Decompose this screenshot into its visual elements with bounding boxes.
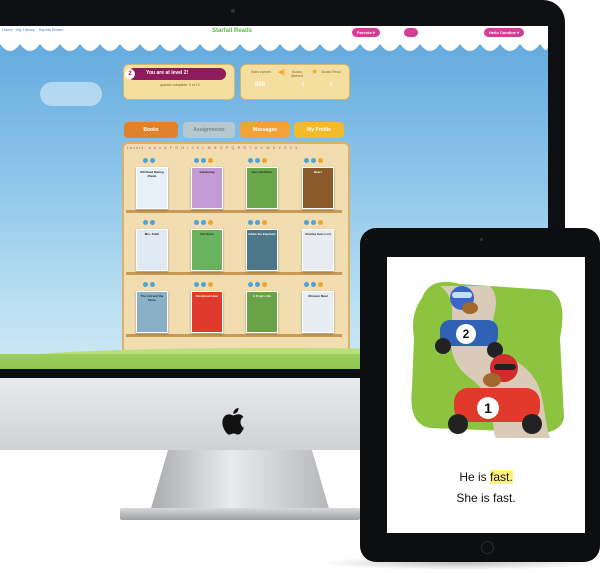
book-title: Pet Grow bbox=[200, 232, 214, 236]
book-cover[interactable]: Charley Gets Lost bbox=[302, 229, 334, 271]
book-cover[interactable]: Gardening bbox=[191, 167, 223, 209]
level-filter-alphabet[interactable]: Levels: a b c d F G H I J K L M N O P Q … bbox=[127, 146, 298, 150]
book-actions[interactable] bbox=[248, 158, 267, 163]
camera-dot bbox=[231, 9, 235, 13]
book-title: Storybook Hour bbox=[195, 294, 219, 298]
book-title: Monster Meal bbox=[308, 294, 328, 298]
book-actions[interactable] bbox=[194, 220, 213, 225]
tab-messages[interactable]: Messages bbox=[240, 122, 290, 138]
car-1-number: 1 bbox=[484, 400, 492, 416]
book-title: Mrs. Kitch bbox=[144, 232, 160, 236]
cloud-border-icon bbox=[0, 36, 548, 51]
stars-label: Stars earned bbox=[250, 70, 272, 74]
book-cover[interactable]: A Frog's Life bbox=[246, 291, 278, 333]
book-title: Charley Gets Lost bbox=[305, 232, 331, 236]
story-line-1-prefix: He is bbox=[459, 470, 490, 484]
book-title: Sun and Moon bbox=[251, 170, 273, 174]
level-badge: 2 bbox=[125, 69, 135, 79]
book-title: Gardening bbox=[199, 170, 215, 174]
book-title: The Ant and the Dove bbox=[140, 294, 164, 302]
highlighted-word[interactable]: fast. bbox=[490, 470, 513, 484]
app-logo[interactable]: Starfall Reads bbox=[212, 28, 252, 34]
book-title: Off-Road Racing Rivals bbox=[140, 170, 164, 178]
book-cover[interactable]: Mrs. Kitch bbox=[136, 229, 168, 271]
book-actions[interactable] bbox=[143, 220, 155, 225]
story-line-2: She is fast. bbox=[456, 491, 516, 505]
book-actions[interactable] bbox=[304, 282, 323, 287]
breadcrumb[interactable]: Home · My Library · Sophia Brown bbox=[2, 27, 63, 32]
tab-books[interactable]: Books bbox=[124, 122, 178, 138]
book-title: Bears bbox=[313, 170, 323, 174]
level-progress-text: quizzes complete: 0 of 12 bbox=[160, 83, 200, 87]
speaker-icon: ◀) bbox=[278, 69, 286, 76]
books-listened-label: Books listened bbox=[290, 70, 304, 78]
user-menu-button[interactable]: Hello Caroline ▾ bbox=[484, 28, 525, 37]
book-actions[interactable] bbox=[143, 282, 155, 287]
book-actions[interactable] bbox=[248, 220, 267, 225]
book-actions[interactable] bbox=[248, 282, 267, 287]
parents-button[interactable]: Parents ▾ bbox=[352, 28, 380, 37]
book-actions[interactable] bbox=[143, 158, 155, 163]
book-actions[interactable] bbox=[194, 282, 213, 287]
star-icon: ★ bbox=[311, 67, 319, 76]
ipad-camera bbox=[480, 238, 483, 241]
shelf-board bbox=[126, 272, 342, 275]
shelf-board bbox=[126, 334, 342, 337]
tab-my-profile[interactable]: My Profile bbox=[294, 122, 344, 138]
race-car-illustration: 2 1 bbox=[411, 281, 564, 438]
book-actions[interactable] bbox=[304, 158, 323, 163]
book-cover[interactable]: Eddie the Elephant bbox=[246, 229, 278, 271]
book-actions[interactable] bbox=[194, 158, 213, 163]
books-listened-value: 1 bbox=[301, 82, 305, 88]
book-title: Eddie the Elephant bbox=[248, 232, 276, 236]
imac-foot bbox=[120, 508, 360, 520]
apple-logo-icon bbox=[222, 407, 244, 435]
tab-assignments[interactable]: Assignments bbox=[183, 122, 235, 138]
background-cloud bbox=[40, 82, 102, 106]
stars-value: 500 bbox=[255, 82, 266, 88]
book-cover[interactable]: Storybook Hour bbox=[191, 291, 223, 333]
menu-button[interactable] bbox=[404, 28, 418, 37]
book-cover[interactable]: Pet Grow bbox=[191, 229, 223, 271]
story-line-1: He is fast. bbox=[387, 470, 585, 484]
book-title: A Frog's Life bbox=[252, 294, 272, 298]
book-cover[interactable]: Bears bbox=[302, 167, 334, 209]
book-cover[interactable]: Sun and Moon bbox=[246, 167, 278, 209]
shelf-board bbox=[126, 210, 342, 213]
books-read-value: 1 bbox=[329, 82, 333, 88]
book-cover[interactable]: Off-Road Racing Rivals bbox=[136, 167, 168, 209]
books-read-label: Books Read bbox=[321, 70, 341, 74]
car-2-number: 2 bbox=[463, 327, 470, 341]
imac-stand bbox=[150, 450, 330, 512]
book-cover[interactable]: Monster Meal bbox=[302, 291, 334, 333]
book-cover[interactable]: The Ant and the Dove bbox=[136, 291, 168, 333]
home-button-icon[interactable] bbox=[481, 541, 494, 554]
level-text: You are at level 2! bbox=[146, 70, 189, 76]
book-actions[interactable] bbox=[304, 220, 323, 225]
